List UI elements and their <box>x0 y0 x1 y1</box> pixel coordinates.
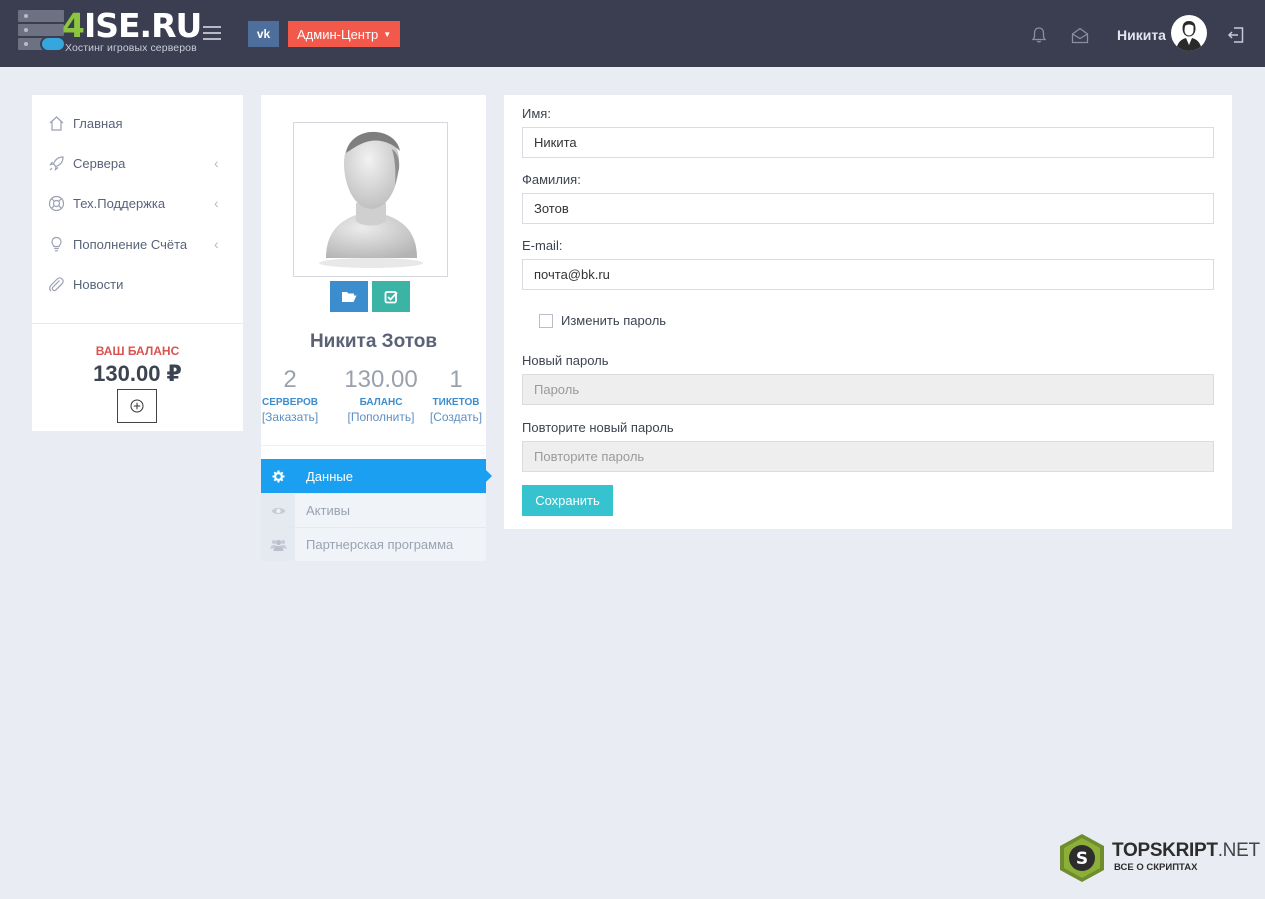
profile-full-name: Никита Зотов <box>309 331 438 352</box>
sidebar-item-topup[interactable]: Пополнение Счёта ‹ <box>32 224 243 264</box>
logo-tagline: Хостинг игровых серверов <box>65 42 197 54</box>
header-user-name[interactable]: Никита <box>1117 27 1166 43</box>
vk-icon: vk <box>256 27 271 41</box>
change-password-label: Изменить пароль <box>561 313 667 328</box>
sidebar-item-label: Тех.Поддержка <box>73 195 166 211</box>
balance-value: 130.00 ₽ <box>93 361 182 386</box>
tab-label: Партнерская программа <box>306 537 454 552</box>
sidebar-item-label: Главная <box>73 115 123 131</box>
repeat-password-input[interactable] <box>522 441 1214 472</box>
profile-form: Имя: Фамилия: E-mail: Изменить пароль Но… <box>504 95 1232 529</box>
add-balance-button[interactable] <box>117 389 157 423</box>
topskript-watermark: S TOPSKRIPT.NET ВСЕ О СКРИПТАХ <box>1056 832 1261 884</box>
order-server-link[interactable]: [Заказать] <box>261 410 319 424</box>
bell-icon[interactable] <box>1031 26 1047 44</box>
profile-photo <box>293 122 448 277</box>
topskript-logo-icon: S <box>1060 834 1104 882</box>
stat-value: 130.00 <box>344 366 418 393</box>
default-avatar-image <box>319 131 423 268</box>
users-icon <box>261 528 295 561</box>
tab-label: Данные <box>306 468 353 484</box>
stat-value: 1 <box>449 366 463 393</box>
last-name-input[interactable] <box>522 193 1214 224</box>
save-button[interactable]: Сохранить <box>522 485 613 516</box>
rocket-icon <box>49 155 64 171</box>
tab-assets[interactable]: Активы <box>261 493 486 527</box>
sidebar-item-home[interactable]: Главная <box>32 103 243 143</box>
sidebar-item-label: Сервера <box>73 155 126 171</box>
tab-label: Активы <box>306 503 350 518</box>
sidebar-item-label: Новости <box>73 276 124 292</box>
stat-caption: ТИКЕТОВ <box>432 397 480 408</box>
create-ticket-link[interactable]: [Создать] <box>427 410 485 424</box>
logo-letter: S <box>1076 849 1088 869</box>
stat-caption: БАЛАНС <box>359 397 403 408</box>
vk-button[interactable]: vk <box>248 21 279 47</box>
lifebuoy-icon <box>48 195 65 211</box>
logo-brand: 4ISE.RU <box>62 6 202 45</box>
tab-data[interactable]: Данные <box>261 459 492 493</box>
last-name-label: Фамилия: <box>522 172 581 187</box>
email-label: E-mail: <box>522 238 563 253</box>
confirm-photo-button[interactable] <box>372 281 410 312</box>
stat-balance: 130.00 БАЛАНС [Пополнить] <box>341 365 421 424</box>
first-name-label: Имя: <box>522 106 551 121</box>
sidebar-item-support[interactable]: Тех.Поддержка ‹ <box>32 183 243 223</box>
sidebar-divider <box>32 323 243 324</box>
change-password-toggle[interactable]: Изменить пароль <box>539 313 666 328</box>
stat-tickets: 1 ТИКЕТОВ [Создать] <box>427 365 485 424</box>
logout-icon[interactable] <box>1227 26 1245 44</box>
chevron-left-icon: ‹ <box>214 155 219 171</box>
envelope-open-icon[interactable] <box>1071 27 1089 44</box>
profile-divider <box>261 445 486 446</box>
sidebar-item-label: Пополнение Счёта <box>73 236 188 252</box>
new-password-label: Новый пароль <box>522 353 609 368</box>
balance-title: ВАШ БАЛАНС <box>95 344 180 358</box>
topup-link[interactable]: [Пополнить] <box>341 410 421 424</box>
plus-circle-icon <box>130 399 144 413</box>
sidebar: Главная Сервера ‹ Тех.Поддержка ‹ Пополн… <box>32 95 243 431</box>
paperclip-icon <box>49 276 64 292</box>
check-square-icon <box>384 290 398 303</box>
chevron-left-icon: ‹ <box>214 236 219 252</box>
lightbulb-icon <box>51 236 62 251</box>
user-silhouette-icon <box>1176 21 1202 51</box>
tab-partner-program[interactable]: Партнерская программа <box>261 527 486 561</box>
chevron-down-icon: ▼ <box>383 29 392 39</box>
profile-card: Никита Зотов 2 СЕРВЕРОВ [Заказать] 130.0… <box>261 95 492 561</box>
folder-open-icon <box>342 292 357 302</box>
stat-servers: 2 СЕРВЕРОВ [Заказать] <box>261 365 319 424</box>
first-name-input[interactable] <box>522 127 1214 158</box>
repeat-password-label: Повторите новый пароль <box>522 420 674 435</box>
admin-center-label: Админ-Центр <box>297 26 379 42</box>
eye-icon <box>261 494 295 527</box>
sidebar-item-news[interactable]: Новости <box>32 264 243 304</box>
change-password-checkbox[interactable] <box>539 313 553 328</box>
chevron-left-icon: ‹ <box>214 195 219 211</box>
email-input[interactable] <box>522 259 1214 290</box>
stat-caption: СЕРВЕРОВ <box>262 397 318 408</box>
home-icon <box>49 115 64 131</box>
site-logo[interactable]: 4ISE.RU Хостинг игровых серверов <box>18 8 202 56</box>
stat-value: 2 <box>283 366 297 393</box>
upload-photo-button[interactable] <box>330 281 368 312</box>
admin-center-button[interactable]: Админ-Центр ▼ <box>288 21 401 47</box>
header-avatar[interactable] <box>1171 15 1207 51</box>
sidebar-item-servers[interactable]: Сервера ‹ <box>32 143 243 183</box>
new-password-input[interactable] <box>522 374 1214 405</box>
top-navbar: 4ISE.RU Хостинг игровых серверов vk Адми… <box>0 0 1265 67</box>
menu-toggle-icon[interactable] <box>203 26 221 40</box>
watermark-title: TOPSKRIPT.NET <box>1112 840 1260 861</box>
watermark-subtitle: ВСЕ О СКРИПТАХ <box>1114 862 1198 873</box>
gear-icon <box>261 459 295 493</box>
